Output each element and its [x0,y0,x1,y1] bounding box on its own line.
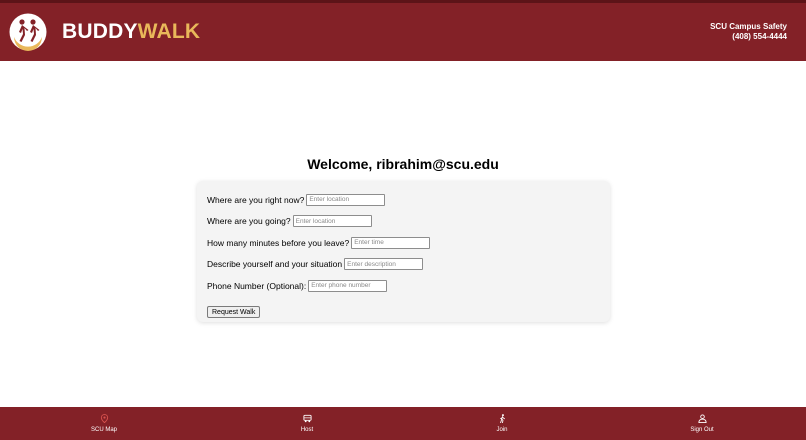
nav-item-join[interactable]: Join [457,407,547,440]
campus-safety-contact: SCU Campus Safety (408) 554-4444 [710,22,787,42]
request-walk-button[interactable]: Request Walk [207,306,261,318]
nav-item-host[interactable]: Host [262,407,352,440]
leave-time-label: How many minutes before you leave? [207,237,350,248]
campus-safety-title: SCU Campus Safety [710,22,787,31]
nav-label-host: Host [300,427,314,433]
campus-safety-phone[interactable]: (408) 554-4444 [710,32,787,42]
form-row-destination: Where are you going? [207,215,600,228]
walking-person-icon [499,414,505,423]
phone-input[interactable] [308,279,388,292]
nav-label-sign-out: Sign Out [690,427,714,433]
current-location-label: Where are you right now? [207,194,305,205]
brand-name-part2: WALK [137,20,201,43]
map-pin-icon [100,414,108,423]
user-icon [697,414,707,423]
current-location-input[interactable] [306,193,386,206]
form-row-leave-time: How many minutes before you leave? [207,236,600,249]
nav-item-sign-out[interactable]: Sign Out [657,407,747,440]
description-label: Describe yourself and your situation [207,259,343,269]
buddywalk-logo-icon [9,13,47,51]
form-row-phone: Phone Number (Optional): [207,279,600,292]
destination-label: Where are you going? [207,216,291,226]
nav-label-scu-map: SCU Map [90,427,117,433]
car-icon [302,414,312,423]
nav-item-scu-map[interactable]: SCU Map [59,407,149,440]
destination-input[interactable] [292,215,372,227]
leave-time-input[interactable] [351,236,431,249]
brand-name: BUDDYWALK [62,20,200,44]
form-row-description: Describe yourself and your situation [207,258,600,271]
description-input[interactable] [344,258,424,270]
bottom-nav: SCU Map Host Join Sign Out [0,407,806,440]
nav-label-join: Join [496,427,508,433]
welcome-heading: Welcome, ribrahim@scu.edu [307,156,499,172]
request-walk-form: Where are you right now? Where are you g… [197,181,610,322]
app-header: BUDDYWALK SCU Campus Safety (408) 554-44… [0,3,806,61]
phone-label: Phone Number (Optional): [207,280,307,291]
brand[interactable]: BUDDYWALK [8,12,200,52]
form-row-current-location: Where are you right now? [207,193,600,206]
brand-name-part1: BUDDY [62,20,138,43]
